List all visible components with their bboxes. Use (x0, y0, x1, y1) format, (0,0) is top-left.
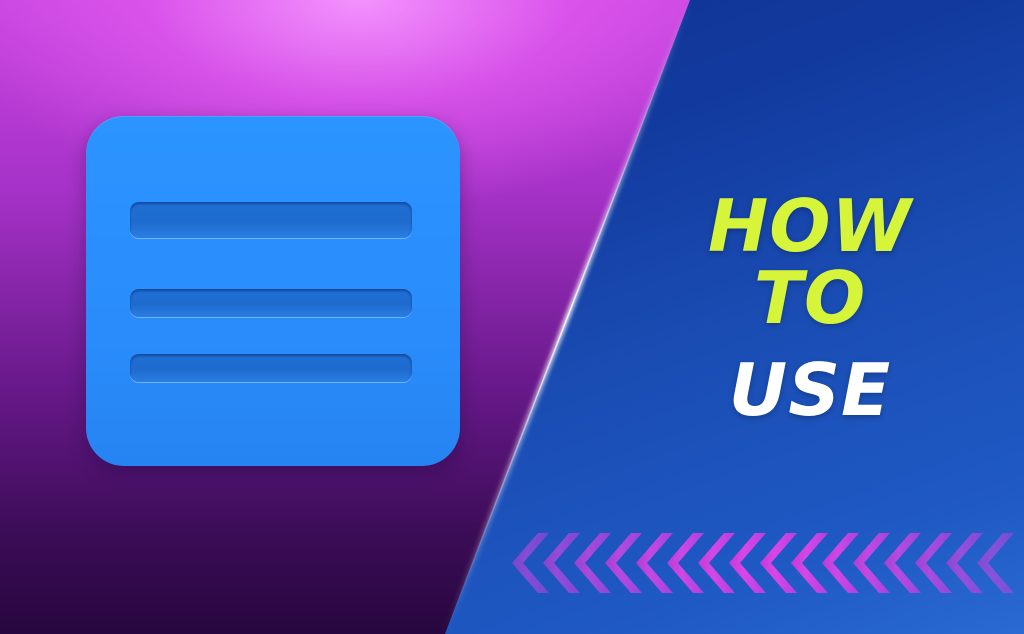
icon-line-3 (130, 354, 412, 382)
list-lines-icon (86, 116, 460, 466)
chevron-row-decoration (512, 533, 1014, 593)
headline: HOW TO USE (640, 190, 980, 426)
icon-line-2 (130, 289, 412, 317)
thumbnail-canvas: HOW TO USE (0, 0, 1024, 634)
icon-line-1 (130, 202, 412, 238)
headline-line-1: HOW TO (708, 184, 912, 340)
headline-line-2: USE (728, 348, 892, 432)
chevron-left-icon (977, 533, 1014, 593)
